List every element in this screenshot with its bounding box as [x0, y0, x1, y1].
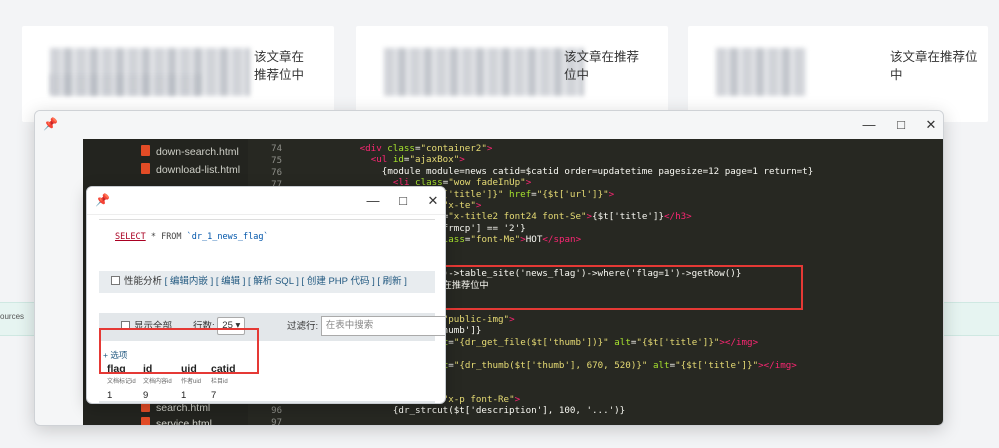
close-icon[interactable]: ✕	[923, 117, 939, 133]
maximize-icon[interactable]: □	[395, 193, 411, 209]
sql-text: * FROM	[145, 232, 187, 242]
file-item[interactable]: service.html	[141, 415, 212, 425]
line-number: 74	[271, 144, 282, 154]
close-icon[interactable]: ✕	[425, 193, 441, 209]
sql-query[interactable]: SELECT * FROM `dr_1_news_flag`	[99, 219, 435, 251]
blurred-title	[384, 48, 584, 96]
line-number: 96	[271, 406, 282, 416]
blurred-title	[716, 48, 806, 96]
maximize-icon[interactable]: □	[893, 117, 909, 133]
query-actions: 性能分析 [ 编辑内嵌 ] [ 编辑 ] [ 解析 SQL ] [ 创建 PHP…	[99, 271, 435, 293]
recommend-status: 该文章在推荐位中	[890, 50, 978, 82]
profiling-checkbox[interactable]	[111, 276, 120, 285]
sql-table: `dr_1_news_flag`	[186, 232, 269, 242]
window-titlebar[interactable]: 📌 — □ ✕	[35, 111, 943, 139]
result-highlight-box	[99, 328, 259, 374]
filter-input[interactable]: 在表中搜索	[321, 403, 446, 404]
action-links[interactable]: [ 编辑内嵌 ] [ 编辑 ] [ 解析 SQL ] [ 创建 PHP 代码 ]…	[165, 276, 407, 287]
filter-label: 过滤行:	[287, 321, 319, 332]
code-line[interactable]: <div class="container2">	[360, 143, 493, 155]
html-file-icon	[141, 163, 150, 174]
minimize-icon[interactable]: —	[861, 117, 877, 133]
code-line[interactable]: {module module=news catid=$catid order=u…	[382, 166, 813, 178]
line-number: 97	[271, 418, 282, 426]
sql-keyword: SELECT	[115, 232, 146, 242]
recommend-status: 该文章在推荐位中	[254, 50, 305, 82]
recommend-status: 该文章在推荐位中	[564, 50, 640, 82]
html-file-icon	[141, 417, 150, 425]
filter-input[interactable]: 在表中搜索	[320, 316, 445, 337]
blurred-title-line2	[50, 74, 200, 94]
html-file-icon	[141, 145, 150, 156]
background-side-label: ources	[0, 312, 25, 321]
code-line[interactable]: {dr_strcut($t['description'], 100, '...'…	[393, 405, 625, 417]
article-card-1[interactable]: 该文章在 推荐位中	[22, 26, 334, 122]
pin-icon[interactable]: 📌	[95, 193, 110, 207]
file-item[interactable]: down-search.html	[141, 143, 239, 161]
code-line[interactable]: <ul id="ajaxBox">	[371, 154, 465, 166]
code-line[interactable]: <img src="{dr_get_file($t['thumb'])}" al…	[404, 337, 758, 349]
file-item[interactable]: download-list.html	[141, 161, 240, 179]
navigation-bar-bottom: 显示全部 行数: 25 ▾ 过滤行: 在表中搜索	[99, 401, 435, 403]
pin-icon[interactable]: 📌	[43, 117, 58, 131]
line-number: 75	[271, 156, 282, 166]
article-card-2[interactable]: 该文章在推荐 位中	[356, 26, 668, 122]
line-number: 76	[271, 168, 282, 178]
code-line[interactable]: <img src="{dr_thumb($t['thumb'], 670, 52…	[404, 360, 797, 372]
query-result-panel: SELECT * FROM `dr_1_news_flag` 性能分析 [ 编辑…	[99, 217, 445, 403]
highlight-box	[421, 265, 803, 310]
article-card-3[interactable]: 该文章在推荐位中	[688, 26, 988, 122]
profiling-label: 性能分析	[124, 276, 163, 287]
popup-titlebar[interactable]: 📌 — □ ✕	[87, 187, 445, 215]
minimize-icon[interactable]: —	[365, 193, 381, 209]
